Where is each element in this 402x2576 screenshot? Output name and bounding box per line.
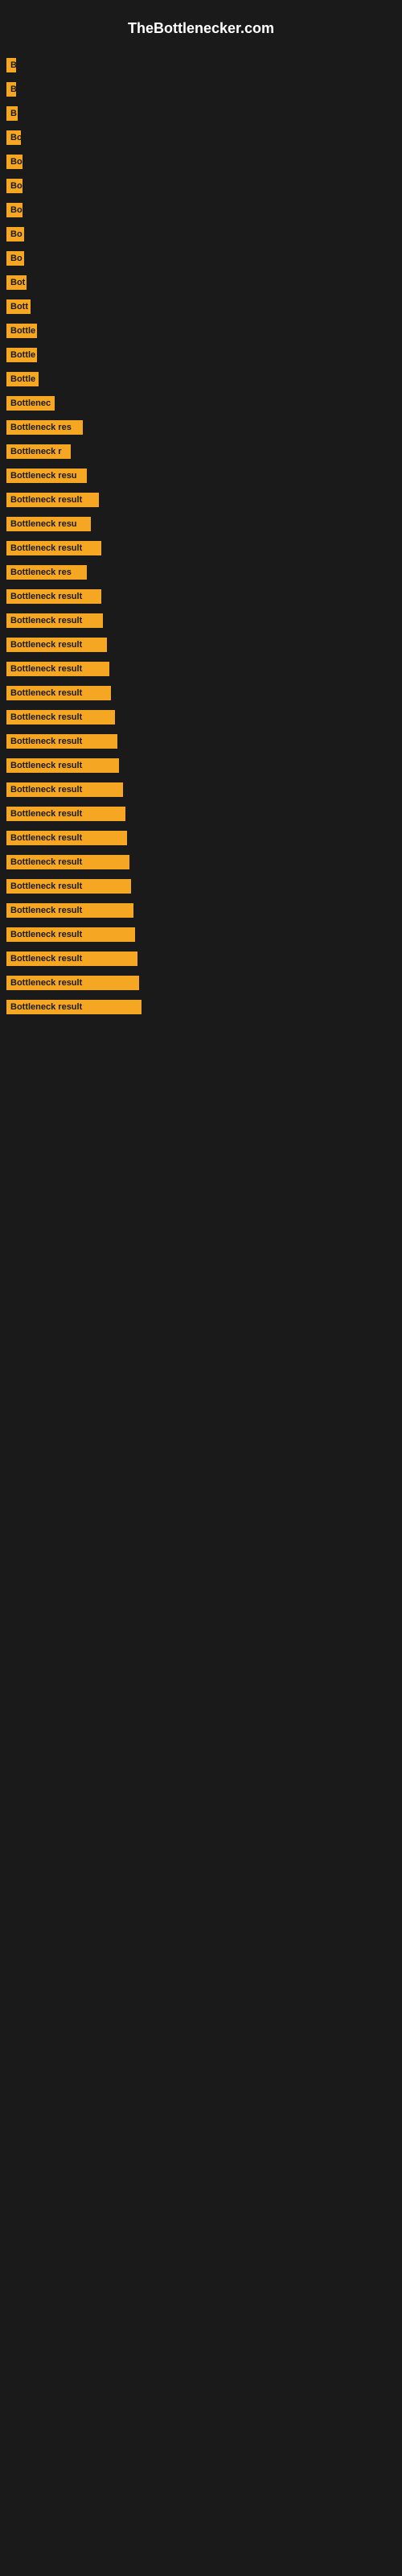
bar-row: Bottleneck result xyxy=(0,778,402,802)
bar-label: Bottleneck result xyxy=(6,855,129,869)
page-container: TheBottlenecker.com BBBBoBoBoBoBoBoBotBo… xyxy=(0,0,402,2576)
bar-row: B xyxy=(0,77,402,101)
bar-row: Bo xyxy=(0,174,402,198)
bar-label: Bottleneck result xyxy=(6,613,103,628)
bar-label: Bo xyxy=(6,203,23,217)
bar-label: Bo xyxy=(6,251,24,266)
bar-label: Bottleneck result xyxy=(6,589,101,604)
bar-row: Bottleneck result xyxy=(0,681,402,705)
bar-row: Bottleneck result xyxy=(0,584,402,609)
bar-row: Bottleneck result xyxy=(0,971,402,995)
bar-label: Bottleneck result xyxy=(6,807,125,821)
bar-row: Bot xyxy=(0,270,402,295)
bar-row: Bottleneck result xyxy=(0,923,402,947)
bar-label: Bottleneck result xyxy=(6,662,109,676)
bar-row: Bottleneck resu xyxy=(0,512,402,536)
bar-row: Bottleneck result xyxy=(0,633,402,657)
bar-row: Bottleneck result xyxy=(0,488,402,512)
bar-label: B xyxy=(6,82,16,97)
bar-label: Bottlenec xyxy=(6,396,55,411)
bar-row: Bottleneck result xyxy=(0,729,402,753)
bar-label: Bottleneck result xyxy=(6,879,131,894)
bar-label: Bottle xyxy=(6,372,39,386)
bar-row: Bottleneck res xyxy=(0,415,402,440)
bar-label: Bottleneck result xyxy=(6,541,101,555)
bar-label: Bottleneck res xyxy=(6,565,87,580)
bar-label: Bottleneck r xyxy=(6,444,71,459)
bar-label: Bott xyxy=(6,299,31,314)
bar-label: Bottleneck resu xyxy=(6,517,91,531)
bar-row: Bottle xyxy=(0,319,402,343)
bar-row: Bottleneck result xyxy=(0,947,402,971)
bar-label: Bottle xyxy=(6,324,37,338)
bar-label: Bottleneck result xyxy=(6,493,99,507)
bar-row: Bo xyxy=(0,198,402,222)
bar-label: Bottleneck result xyxy=(6,952,137,966)
bar-label: Bottleneck result xyxy=(6,1000,142,1014)
bar-row: Bottleneck result xyxy=(0,995,402,1019)
bar-label: Bottle xyxy=(6,348,37,362)
bar-label: Bottleneck result xyxy=(6,782,123,797)
bars-container: BBBBoBoBoBoBoBoBotBottBottleBottleBottle… xyxy=(0,53,402,1019)
bar-row: Bo xyxy=(0,246,402,270)
bar-row: Bottleneck result xyxy=(0,874,402,898)
bar-row: Bottle xyxy=(0,343,402,367)
bar-row: Bottleneck result xyxy=(0,850,402,874)
bar-label: Bottleneck resu xyxy=(6,469,87,483)
bar-label: Bottleneck res xyxy=(6,420,83,435)
bar-label: Bottleneck result xyxy=(6,686,111,700)
bar-row: Bottleneck resu xyxy=(0,464,402,488)
bar-row: Bottleneck result xyxy=(0,705,402,729)
bar-label: Bottleneck result xyxy=(6,638,107,652)
bar-row: Bott xyxy=(0,295,402,319)
bar-row: Bottleneck result xyxy=(0,536,402,560)
bar-row: Bottleneck res xyxy=(0,560,402,584)
bar-label: Bot xyxy=(6,275,27,290)
bar-label: Bottleneck result xyxy=(6,927,135,942)
bar-row: Bottleneck result xyxy=(0,753,402,778)
site-title: TheBottlenecker.com xyxy=(0,8,402,53)
bar-row: Bottle xyxy=(0,367,402,391)
bar-label: Bottleneck result xyxy=(6,734,117,749)
bar-row: Bottleneck r xyxy=(0,440,402,464)
bar-row: Bottleneck result xyxy=(0,609,402,633)
bar-label: B xyxy=(6,58,16,72)
bar-row: Bottleneck result xyxy=(0,657,402,681)
bar-label: Bottleneck result xyxy=(6,976,139,990)
bar-row: B xyxy=(0,53,402,77)
bar-label: Bo xyxy=(6,227,24,242)
bar-row: Bo xyxy=(0,150,402,174)
bar-label: Bo xyxy=(6,130,21,145)
bar-label: B xyxy=(6,106,18,121)
bar-row: Bo xyxy=(0,126,402,150)
bar-row: Bo xyxy=(0,222,402,246)
bar-label: Bo xyxy=(6,155,23,169)
bar-label: Bo xyxy=(6,179,23,193)
bar-row: Bottlenec xyxy=(0,391,402,415)
bar-label: Bottleneck result xyxy=(6,710,115,724)
bar-row: B xyxy=(0,101,402,126)
bar-label: Bottleneck result xyxy=(6,903,133,918)
bar-row: Bottleneck result xyxy=(0,826,402,850)
bar-label: Bottleneck result xyxy=(6,831,127,845)
bar-row: Bottleneck result xyxy=(0,802,402,826)
bar-label: Bottleneck result xyxy=(6,758,119,773)
bar-row: Bottleneck result xyxy=(0,898,402,923)
